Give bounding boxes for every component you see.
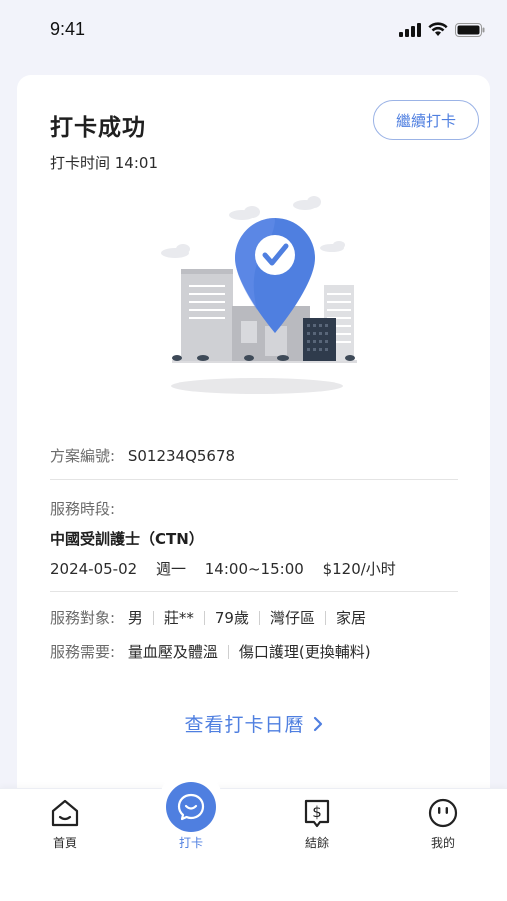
- separator: [227, 645, 229, 659]
- service-target-label: 服務對象:: [50, 609, 116, 627]
- status-icons: [399, 22, 485, 37]
- tab-checkin-label: 打卡: [178, 836, 203, 850]
- status-time: 9:41: [50, 19, 86, 39]
- target-tag: 79歲: [214, 609, 249, 627]
- plan-number-value: S01234Q5678: [127, 447, 236, 465]
- needs-tag: 量血壓及體溫: [127, 643, 218, 661]
- view-checkin-calendar-label: 查看打卡日曆: [184, 714, 305, 736]
- tab-balance-label: 結餘: [304, 836, 329, 850]
- service-weekday: 週一: [155, 560, 186, 578]
- checkin-success-illustration: [161, 196, 357, 394]
- separator: [324, 611, 326, 625]
- svg-text:$: $: [312, 803, 322, 821]
- profile-icon: [428, 798, 458, 828]
- service-date: 2024-05-02: [50, 560, 138, 578]
- separator: [203, 611, 205, 625]
- plan-number-label: 方案編號:: [50, 447, 116, 465]
- service-hours: 14:00~15:00: [204, 560, 304, 578]
- target-tag: 男: [127, 609, 143, 627]
- separator: [152, 611, 154, 625]
- service-period-label: 服務時段:: [50, 500, 116, 518]
- service-type: 中國受訓護士（CTN）: [50, 530, 204, 548]
- tab-home-label: 首頁: [52, 836, 77, 850]
- bottom-tab-bar: 首頁 打卡 $ 結餘 我的: [0, 788, 507, 901]
- service-target-row: 服務對象: 男 莊** 79歲 灣仔區 家居: [50, 607, 366, 628]
- view-checkin-calendar-link[interactable]: 查看打卡日曆: [17, 710, 490, 737]
- service-schedule-row: 2024-05-02 週一 14:00~15:00 $120/小时: [50, 558, 396, 579]
- home-icon: [51, 799, 79, 827]
- service-price: $120/小时: [322, 560, 396, 578]
- needs-tag: 傷口護理(更換輔料): [238, 643, 371, 661]
- balance-icon: $: [304, 799, 330, 828]
- divider: [50, 479, 458, 480]
- page-title: 打卡成功: [50, 115, 146, 141]
- continue-checkin-button[interactable]: 繼續打卡: [373, 100, 479, 140]
- separator: [258, 611, 260, 625]
- chevron-right-icon: [313, 715, 323, 736]
- tab-profile-label: 我的: [430, 836, 455, 850]
- plan-number-row: 方案編號: S01234Q5678: [50, 445, 235, 466]
- signal-icon: [399, 22, 421, 37]
- checkin-icon: [177, 793, 205, 821]
- wifi-icon: [428, 22, 448, 36]
- checkin-time: 打卡时间 14:01: [50, 154, 158, 172]
- divider: [50, 591, 458, 592]
- status-bar: 9:41: [0, 0, 507, 60]
- checkin-tab-button[interactable]: [166, 782, 216, 832]
- target-tag: 灣仔區: [269, 609, 315, 627]
- target-tag: 莊**: [163, 609, 194, 627]
- battery-icon: [455, 22, 485, 37]
- service-needs-row: 服務需要: 量血壓及體溫 傷口護理(更換輔料): [50, 641, 371, 662]
- target-tag: 家居: [335, 609, 366, 627]
- checkin-result-card: 打卡成功 打卡时间 14:01 繼續打卡 方案編號: S01234Q5678 服…: [17, 75, 490, 815]
- service-needs-label: 服務需要:: [50, 643, 116, 661]
